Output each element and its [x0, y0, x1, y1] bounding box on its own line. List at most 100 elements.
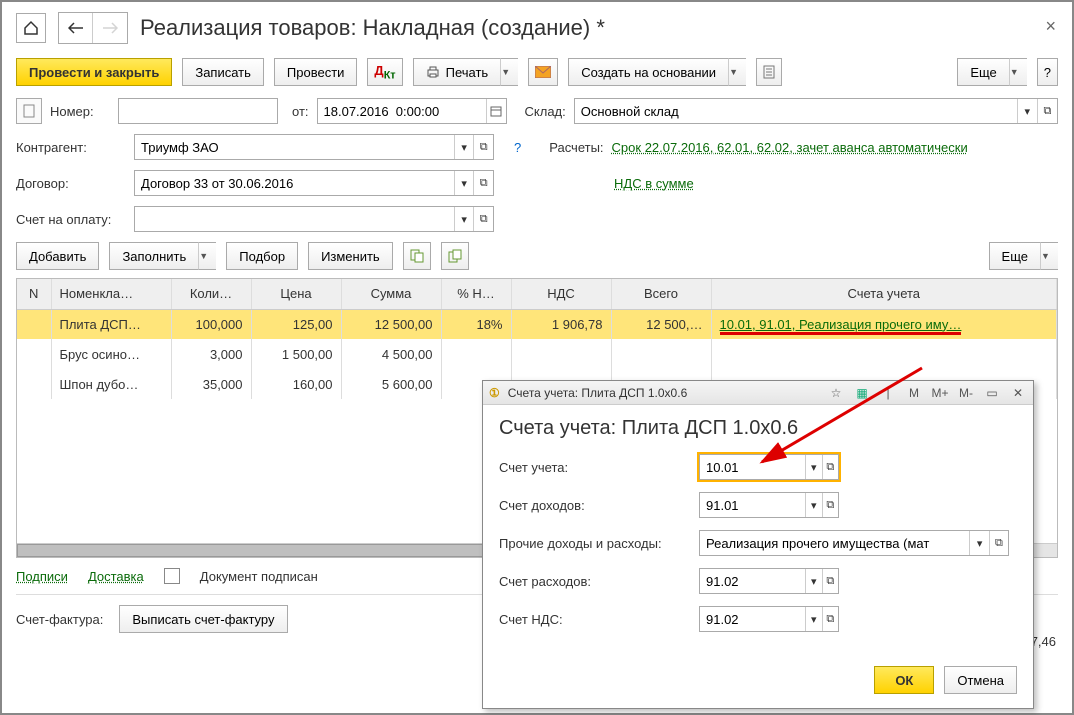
number-input[interactable] — [119, 99, 277, 123]
pay-account-input[interactable] — [135, 207, 454, 231]
table-cell[interactable]: 4 500,00 — [341, 339, 441, 369]
nav-back-button[interactable] — [59, 13, 93, 43]
table-cell[interactable]: 1 906,78 — [511, 309, 611, 339]
income-input[interactable] — [700, 493, 805, 517]
other-dropdown[interactable]: ▾ — [969, 531, 988, 555]
fav-icon[interactable]: ☆ — [827, 386, 845, 400]
date-input[interactable] — [318, 99, 486, 123]
table-cell[interactable] — [511, 339, 611, 369]
table-cell[interactable] — [17, 339, 51, 369]
pick-button[interactable]: Подбор — [226, 242, 298, 270]
popup-min[interactable]: ▭ — [983, 386, 1001, 400]
table-cell[interactable] — [17, 309, 51, 339]
doc-signed-checkbox[interactable] — [164, 568, 180, 584]
table-cell[interactable]: 35,000 — [171, 369, 251, 399]
col-accounts[interactable]: Счета учета — [711, 279, 1057, 309]
account-open[interactable]: ⧉ — [822, 455, 839, 479]
doc-icon-button[interactable] — [16, 98, 42, 124]
table-cell[interactable]: 12 500,00 — [341, 309, 441, 339]
table-cell[interactable] — [711, 339, 1057, 369]
col-n[interactable]: N — [17, 279, 51, 309]
table-cell[interactable]: 160,00 — [251, 369, 341, 399]
income-dropdown[interactable]: ▾ — [805, 493, 822, 517]
popup-ok-button[interactable]: ОК — [874, 666, 934, 694]
counterparty-field[interactable]: ▾ ⧉ — [134, 134, 494, 160]
mem-mminus[interactable]: M- — [957, 386, 975, 400]
account-input[interactable] — [700, 455, 805, 479]
expense-input[interactable] — [700, 569, 805, 593]
other-open[interactable]: ⧉ — [989, 531, 1008, 555]
income-open[interactable]: ⧉ — [822, 493, 839, 517]
col-qty[interactable]: Коли… — [171, 279, 251, 309]
table-cell[interactable]: Шпон дубо… — [51, 369, 171, 399]
paste-rows-button[interactable] — [441, 242, 469, 270]
counterparty-dropdown[interactable]: ▾ — [454, 135, 474, 159]
save-button[interactable]: Записать — [182, 58, 264, 86]
warehouse-dropdown[interactable]: ▾ — [1017, 99, 1037, 123]
signatures-link[interactable]: Подписи — [16, 569, 68, 584]
other-field[interactable]: ▾ ⧉ — [699, 530, 1009, 556]
mem-m[interactable]: M — [905, 386, 923, 400]
number-field[interactable] — [118, 98, 278, 124]
col-total[interactable]: Всего — [611, 279, 711, 309]
expense-dropdown[interactable]: ▾ — [805, 569, 822, 593]
table-cell[interactable]: 1 500,00 — [251, 339, 341, 369]
warehouse-open[interactable]: ⧉ — [1037, 99, 1057, 123]
table-cell[interactable]: 10.01, 91.01, Реализация прочего иму… — [711, 309, 1057, 339]
pay-account-field[interactable]: ▾ ⧉ — [134, 206, 494, 232]
more-dropdown[interactable]: ▼ — [1009, 58, 1027, 86]
scroll-thumb[interactable] — [17, 544, 485, 557]
contract-field[interactable]: ▾ ⧉ — [134, 170, 494, 196]
mem-mplus[interactable]: M+ — [931, 386, 949, 400]
date-field[interactable] — [317, 98, 507, 124]
print-button[interactable]: Печать — [413, 58, 501, 86]
delivery-link[interactable]: Доставка — [88, 569, 144, 584]
create-based-button[interactable]: Создать на основании — [568, 58, 728, 86]
post-button[interactable]: Провести — [274, 58, 358, 86]
table-cell[interactable]: 100,000 — [171, 309, 251, 339]
warehouse-field[interactable]: ▾ ⧉ — [574, 98, 1058, 124]
col-vat[interactable]: НДС — [511, 279, 611, 309]
popup-close[interactable]: ✕ — [1009, 386, 1027, 400]
counterparty-input[interactable] — [135, 135, 454, 159]
table-cell[interactable] — [611, 339, 711, 369]
more-button[interactable]: Еще — [957, 58, 1008, 86]
expense-open[interactable]: ⧉ — [822, 569, 839, 593]
dk-button[interactable]: ДКт — [367, 58, 402, 86]
create-based-dropdown[interactable]: ▼ — [728, 58, 746, 86]
vat-acc-dropdown[interactable]: ▾ — [805, 607, 822, 631]
sf-issue-button[interactable]: Выписать счет-фактуру — [119, 605, 287, 633]
col-vatp[interactable]: % Н… — [441, 279, 511, 309]
table-cell[interactable]: 125,00 — [251, 309, 341, 339]
col-name[interactable]: Номенкла… — [51, 279, 171, 309]
help-button[interactable]: ? — [1037, 58, 1058, 86]
table-cell[interactable] — [17, 369, 51, 399]
fill-button[interactable]: Заполнить — [109, 242, 198, 270]
table-cell[interactable]: 12 500,… — [611, 309, 711, 339]
calc-icon[interactable]: ▦ — [853, 386, 871, 400]
table-cell[interactable]: Брус осино… — [51, 339, 171, 369]
vat-link[interactable]: НДС в сумме — [614, 176, 694, 191]
vat-acc-open[interactable]: ⧉ — [822, 607, 839, 631]
warehouse-input[interactable] — [575, 99, 1017, 123]
table-cell[interactable]: 18% — [441, 309, 511, 339]
income-field[interactable]: ▾ ⧉ — [699, 492, 839, 518]
doc-button[interactable] — [756, 58, 782, 86]
close-button[interactable]: × — [1045, 16, 1056, 37]
table-row[interactable]: Брус осино…3,0001 500,004 500,00 — [17, 339, 1057, 369]
table-cell[interactable]: Плита ДСП… — [51, 309, 171, 339]
account-field[interactable]: ▾ ⧉ — [699, 454, 839, 480]
popup-cancel-button[interactable]: Отмена — [944, 666, 1017, 694]
copy-rows-button[interactable] — [403, 242, 431, 270]
grid-more-dropdown[interactable]: ▼ — [1040, 242, 1058, 270]
pay-account-open[interactable]: ⧉ — [473, 207, 493, 231]
expense-field[interactable]: ▾ ⧉ — [699, 568, 839, 594]
other-input[interactable] — [700, 531, 969, 555]
vat-acc-field[interactable]: ▾ ⧉ — [699, 606, 839, 632]
counterparty-info[interactable]: ? — [514, 140, 521, 155]
home-button[interactable] — [16, 13, 46, 43]
col-sum[interactable]: Сумма — [341, 279, 441, 309]
add-row-button[interactable]: Добавить — [16, 242, 99, 270]
table-cell[interactable] — [441, 339, 511, 369]
post-and-close-button[interactable]: Провести и закрыть — [16, 58, 172, 86]
